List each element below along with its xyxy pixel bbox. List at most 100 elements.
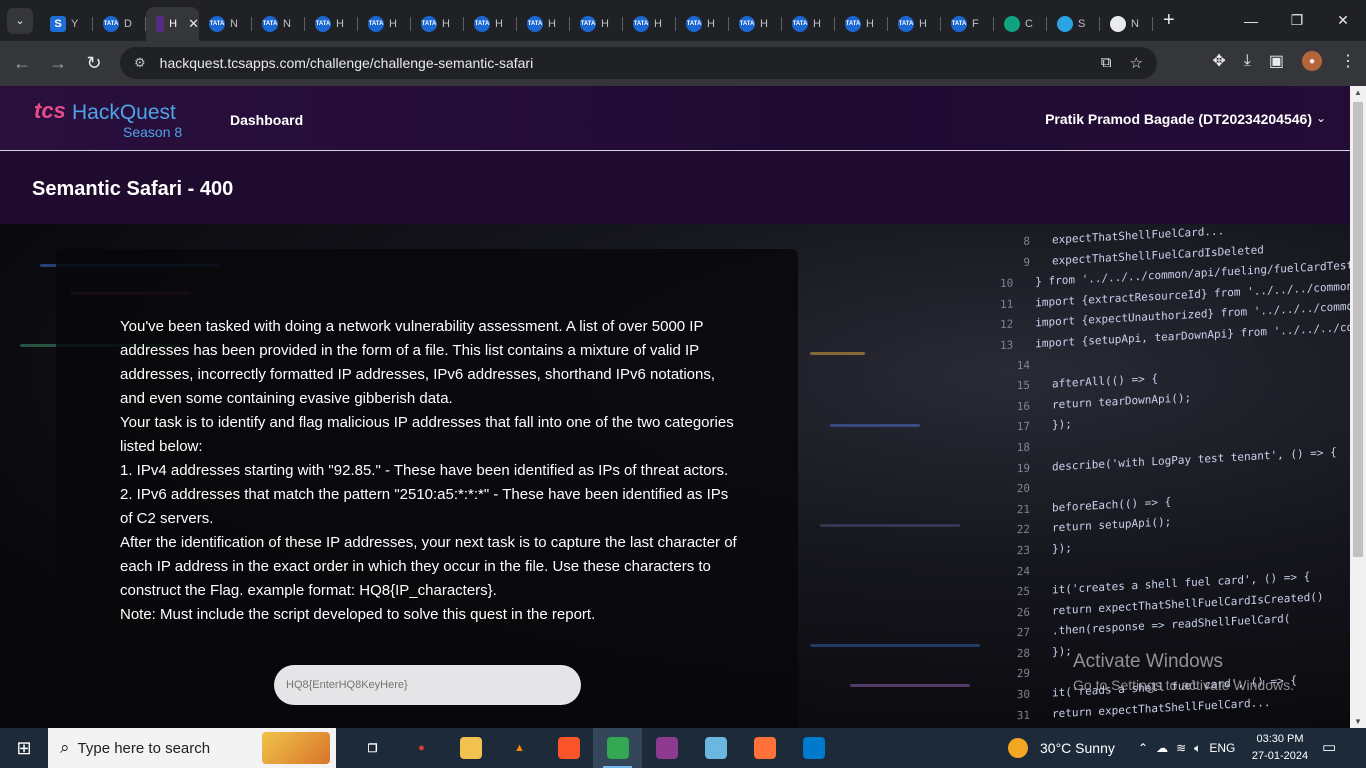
- code-line-number: 23: [1016, 543, 1030, 558]
- browser-tab[interactable]: TATA H: [358, 7, 411, 41]
- network-icon[interactable]: ☁: [1156, 741, 1168, 755]
- site-header: tcs HackQuest Season 8 Dashboard Pratik …: [0, 86, 1350, 151]
- forward-button[interactable]: →: [40, 53, 76, 74]
- scroll-up-arrow-icon[interactable]: ▲: [1350, 88, 1366, 97]
- challenge-card: You've been tasked with doing a network …: [56, 249, 798, 728]
- code-line-number: 9: [1023, 255, 1030, 269]
- taskbar-app[interactable]: ●: [397, 728, 446, 768]
- browser-toolbar: ← → ↻ ⚙ hackquest.tcsapps.com/challenge/…: [0, 41, 1366, 86]
- browser-tab[interactable]: TATA H: [835, 7, 888, 41]
- close-tab-icon[interactable]: ✕: [188, 16, 199, 32]
- taskbar-app[interactable]: [740, 728, 789, 768]
- scroll-thumb[interactable]: [1353, 102, 1363, 557]
- taskbar-app[interactable]: ❐: [348, 728, 397, 768]
- code-line-number: 16: [1016, 399, 1030, 414]
- code-line-number: 27: [1016, 625, 1030, 640]
- logo-tcs-text: tcs: [34, 98, 66, 123]
- user-menu[interactable]: Pratik Pramod Bagade (DT20234204546): [1045, 111, 1312, 127]
- description-paragraph: 1. IPv4 addresses starting with "92.85."…: [120, 462, 729, 479]
- browser-tab[interactable]: C: [994, 7, 1047, 41]
- challenge-title-bar: Semantic Safari - 400: [0, 151, 1350, 224]
- description-paragraph: You've been tasked with doing a network …: [120, 318, 716, 407]
- wifi-icon[interactable]: ≋: [1176, 741, 1186, 755]
- close-window-button[interactable]: ✕: [1320, 0, 1366, 41]
- profile-avatar[interactable]: ●: [1302, 51, 1322, 71]
- new-tab-button[interactable]: +: [1163, 9, 1175, 32]
- tab-title: H: [601, 17, 609, 30]
- system-clock[interactable]: 03:30 PM 27-01-2024: [1248, 731, 1312, 765]
- taskbar-search[interactable]: ⌕ Type here to search: [48, 728, 336, 768]
- site-info-icon[interactable]: ⚙: [134, 55, 146, 71]
- address-bar[interactable]: ⚙ hackquest.tcsapps.com/challenge/challe…: [120, 47, 1157, 79]
- windows-start-button[interactable]: ⊞: [0, 728, 48, 768]
- menu-kebab-icon[interactable]: ⋮: [1340, 51, 1356, 71]
- taskbar-app[interactable]: [544, 728, 593, 768]
- nav-dashboard-link[interactable]: Dashboard: [230, 112, 303, 128]
- chatgpt-icon: [1004, 15, 1020, 32]
- tata-icon: TATA: [103, 15, 119, 32]
- browser-tab[interactable]: TATA F: [941, 7, 994, 41]
- language-indicator[interactable]: ENG: [1209, 741, 1235, 755]
- taskbar-app[interactable]: [593, 728, 642, 768]
- tab-search-button[interactable]: ⌄: [7, 7, 33, 34]
- browser-tab[interactable]: S: [1047, 7, 1100, 41]
- tab-title: Y: [71, 17, 79, 30]
- download-icon[interactable]: ⤓: [1244, 52, 1251, 70]
- weather-widget[interactable]: 30°C Sunny: [1008, 728, 1115, 768]
- browser-tab[interactable]: TATA H: [305, 7, 358, 41]
- tata-icon: TATA: [315, 15, 331, 32]
- taskbar-app[interactable]: [789, 728, 838, 768]
- browser-tab[interactable]: TATA H: [623, 7, 676, 41]
- system-tray: ⌃ ☁ ≋ 🔈︎ ENG: [1138, 728, 1235, 768]
- search-icon: ⌕: [60, 738, 70, 757]
- taskbar-app[interactable]: ▲: [495, 728, 544, 768]
- reload-button[interactable]: ↻: [76, 53, 112, 74]
- volume-icon[interactable]: 🔈︎: [1194, 741, 1201, 756]
- show-hidden-icons-icon[interactable]: ⌃: [1138, 741, 1148, 755]
- code-line-number: 28: [1016, 646, 1030, 661]
- back-button[interactable]: ←: [4, 53, 40, 74]
- scroll-down-arrow-icon[interactable]: ▼: [1350, 717, 1366, 726]
- browser-tab[interactable]: TATA H: [888, 7, 941, 41]
- tab-title: H: [169, 17, 178, 30]
- browser-tab[interactable]: TATA H: [411, 7, 464, 41]
- browser-tab[interactable]: SY: [40, 7, 93, 41]
- browser-tab[interactable]: TATA H: [570, 7, 623, 41]
- page-scrollbar[interactable]: ▲ ▼: [1350, 86, 1366, 728]
- browser-tab[interactable]: TATA H: [782, 7, 835, 41]
- code-line-number: 21: [1016, 502, 1030, 517]
- chevron-down-icon[interactable]: ⌄: [1316, 111, 1326, 125]
- taskbar-app[interactable]: [446, 728, 495, 768]
- browser-tab[interactable]: TATA N: [252, 7, 305, 41]
- clock-time: 03:30 PM: [1256, 733, 1304, 745]
- extensions-icon[interactable]: ✥: [1212, 51, 1225, 71]
- browser-tab[interactable]: TATA N: [199, 7, 252, 41]
- weather-text: 30°C Sunny: [1040, 740, 1115, 756]
- browser-tab[interactable]: TATA H: [464, 7, 517, 41]
- description-paragraph: Your task is to identify and flag malici…: [120, 414, 734, 455]
- side-panel-icon[interactable]: ▣: [1269, 51, 1284, 71]
- tata-icon: TATA: [686, 15, 702, 32]
- taskbar-app[interactable]: [642, 728, 691, 768]
- browser-tab[interactable]: TATA H: [676, 7, 729, 41]
- browser-tab[interactable]: N: [1100, 7, 1153, 41]
- flag-input[interactable]: [274, 665, 581, 705]
- tab-title: H: [919, 17, 927, 30]
- minimize-button[interactable]: —: [1228, 0, 1274, 41]
- activate-windows-watermark: Activate Windows Go to Settings to activ…: [1073, 651, 1294, 693]
- tab-title: C: [1025, 17, 1033, 30]
- telegram-icon: [1057, 15, 1073, 32]
- notification-icon[interactable]: ▭: [1322, 738, 1336, 756]
- restore-button[interactable]: ❐: [1274, 0, 1320, 41]
- code-line-number: 24: [1016, 564, 1030, 578]
- browser-tab[interactable]: TATA H: [729, 7, 782, 41]
- browser-tab[interactable]: H ✕: [146, 6, 199, 41]
- taskbar-app[interactable]: [691, 728, 740, 768]
- browser-tab[interactable]: TATA D: [93, 7, 146, 41]
- browser-tab[interactable]: TATA H: [517, 7, 570, 41]
- bookmark-star-icon[interactable]: ☆: [1130, 54, 1143, 72]
- hackquest-logo[interactable]: tcs HackQuest Season 8: [34, 98, 184, 142]
- translate-icon[interactable]: ⧉: [1101, 54, 1112, 72]
- code-line-number: 19: [1016, 461, 1030, 475]
- tata-icon: TATA: [368, 15, 384, 32]
